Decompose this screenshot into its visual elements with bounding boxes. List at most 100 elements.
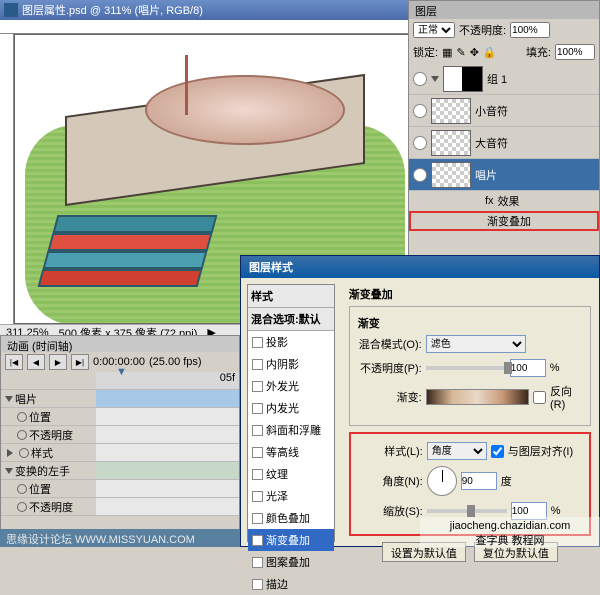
blend-mode-select[interactable]: 正常 — [413, 22, 455, 38]
rewind-button[interactable]: |◀ — [5, 354, 23, 370]
timeline-property-row[interactable]: 样式 — [1, 444, 239, 462]
track[interactable] — [96, 498, 239, 515]
opacity-input[interactable] — [510, 22, 550, 38]
turntable — [65, 65, 365, 175]
opacity-slider[interactable]: .slider::after{left:var(--pos,50%)} — [426, 366, 506, 370]
align-label: 与图层对齐(I) — [508, 443, 573, 459]
stopwatch-icon[interactable] — [17, 430, 27, 440]
style-gradient-overlay[interactable]: 渐变叠加 — [248, 529, 334, 551]
style-color-overlay[interactable]: 颜色叠加 — [248, 507, 334, 529]
timeline-property-row[interactable]: 不透明度 — [1, 426, 239, 444]
expand-icon[interactable] — [431, 76, 439, 82]
watermark-left: 思缘设计论坛 WWW.MISSYUAN.COM — [0, 529, 240, 547]
checkbox[interactable] — [252, 579, 263, 590]
track[interactable] — [96, 462, 239, 479]
track[interactable] — [96, 390, 239, 407]
checkbox[interactable] — [252, 403, 263, 414]
lock-all-icon[interactable]: 🔒 — [483, 46, 497, 59]
checkbox[interactable] — [252, 447, 263, 458]
row-label: 样式 — [31, 445, 53, 461]
reverse-checkbox[interactable] — [533, 391, 546, 404]
checkbox[interactable] — [252, 359, 263, 370]
style-drop-shadow[interactable]: 投影 — [248, 331, 334, 353]
fill-input[interactable] — [555, 44, 595, 60]
checkbox[interactable] — [252, 491, 263, 502]
checkbox[interactable] — [252, 535, 263, 546]
style-pattern-overlay[interactable]: 图案叠加 — [248, 551, 334, 573]
scale-slider[interactable] — [427, 509, 507, 513]
stopwatch-icon[interactable] — [19, 448, 29, 458]
layer-thumbnail[interactable] — [431, 162, 471, 188]
timeline-layer-row[interactable]: 变换的左手 — [1, 462, 239, 480]
style-stroke[interactable]: 描边 — [248, 573, 334, 595]
timeline-property-row[interactable]: 不透明度 — [1, 498, 239, 516]
play-button[interactable]: ▶ — [49, 354, 67, 370]
track[interactable] — [96, 408, 239, 425]
align-checkbox[interactable] — [491, 445, 504, 458]
playhead-icon[interactable]: ▼ — [116, 366, 127, 378]
ps-icon — [4, 3, 18, 17]
visibility-icon[interactable] — [413, 104, 427, 118]
styles-header[interactable]: 样式 — [248, 285, 334, 308]
collapse-icon[interactable] — [7, 449, 17, 457]
dialog-title: 图层样式 — [241, 256, 599, 278]
style-texture[interactable]: 纹理 — [248, 463, 334, 485]
layer-style-dialog: 图层样式 样式 混合选项:默认 投影 内阴影 外发光 内发光 斜面和浮雕 等高线… — [240, 255, 600, 547]
style-satin[interactable]: 光泽 — [248, 485, 334, 507]
stopwatch-icon[interactable] — [17, 502, 27, 512]
lock-transparent-icon[interactable]: ▦ — [442, 46, 452, 59]
timeline-property-row[interactable]: 位置 — [1, 408, 239, 426]
checkbox[interactable] — [252, 469, 263, 480]
expand-icon[interactable] — [5, 468, 13, 474]
visibility-icon[interactable] — [471, 215, 483, 227]
gradient-overlay-effect[interactable]: 渐变叠加 — [409, 211, 599, 231]
visibility-icon[interactable] — [413, 72, 427, 86]
checkbox[interactable] — [252, 425, 263, 436]
blend-mode-label: 混合模式(O): — [358, 336, 422, 352]
layer-thumbnail[interactable] — [443, 66, 483, 92]
row-label: 不透明度 — [29, 499, 73, 515]
timeline-property-row[interactable]: 位置 — [1, 480, 239, 498]
style-inner-glow[interactable]: 内发光 — [248, 397, 334, 419]
visibility-icon[interactable] — [469, 195, 481, 207]
prev-frame-button[interactable]: ◀ — [27, 354, 45, 370]
checkbox[interactable] — [252, 557, 263, 568]
style-contour[interactable]: 等高线 — [248, 441, 334, 463]
timeline-header: ▼05f — [1, 372, 239, 390]
checkbox[interactable] — [252, 337, 263, 348]
checkbox[interactable] — [252, 381, 263, 392]
style-bevel[interactable]: 斜面和浮雕 — [248, 419, 334, 441]
style-inner-shadow[interactable]: 内阴影 — [248, 353, 334, 375]
effects-row[interactable]: fx 效果 — [409, 191, 599, 211]
ruler-vertical[interactable] — [0, 34, 14, 324]
layer-item-selected[interactable]: 唱片 — [409, 159, 599, 191]
angle-dial[interactable] — [427, 466, 457, 496]
gradient-style-select[interactable]: 角度 — [427, 442, 487, 460]
blend-options-header[interactable]: 混合选项:默认 — [248, 308, 334, 331]
timeline-layer-row[interactable]: 唱片 — [1, 390, 239, 408]
opacity-input[interactable] — [510, 359, 546, 377]
stopwatch-icon[interactable] — [17, 412, 27, 422]
visibility-icon[interactable] — [413, 168, 427, 182]
track[interactable] — [96, 480, 239, 497]
angle-input[interactable] — [461, 472, 497, 490]
animation-tab[interactable]: 动画 (时间轴) — [1, 336, 239, 352]
layer-thumbnail[interactable] — [431, 130, 471, 156]
layers-tab[interactable]: 图层 — [409, 1, 599, 19]
layer-thumbnail[interactable] — [431, 98, 471, 124]
style-outer-glow[interactable]: 外发光 — [248, 375, 334, 397]
layer-item[interactable]: 小音符 — [409, 95, 599, 127]
layer-item[interactable]: 大音符 — [409, 127, 599, 159]
visibility-icon[interactable] — [413, 136, 427, 150]
track[interactable] — [96, 444, 239, 461]
next-frame-button[interactable]: ▶| — [71, 354, 89, 370]
layer-group[interactable]: 组 1 — [409, 63, 599, 95]
lock-paint-icon[interactable]: ✎ — [456, 46, 465, 59]
lock-move-icon[interactable]: ✥ — [470, 46, 479, 59]
checkbox[interactable] — [252, 513, 263, 524]
blend-mode-select[interactable]: 滤色 — [426, 335, 526, 353]
expand-icon[interactable] — [5, 396, 13, 402]
stopwatch-icon[interactable] — [17, 484, 27, 494]
track[interactable] — [96, 426, 239, 443]
gradient-swatch[interactable] — [426, 389, 529, 405]
